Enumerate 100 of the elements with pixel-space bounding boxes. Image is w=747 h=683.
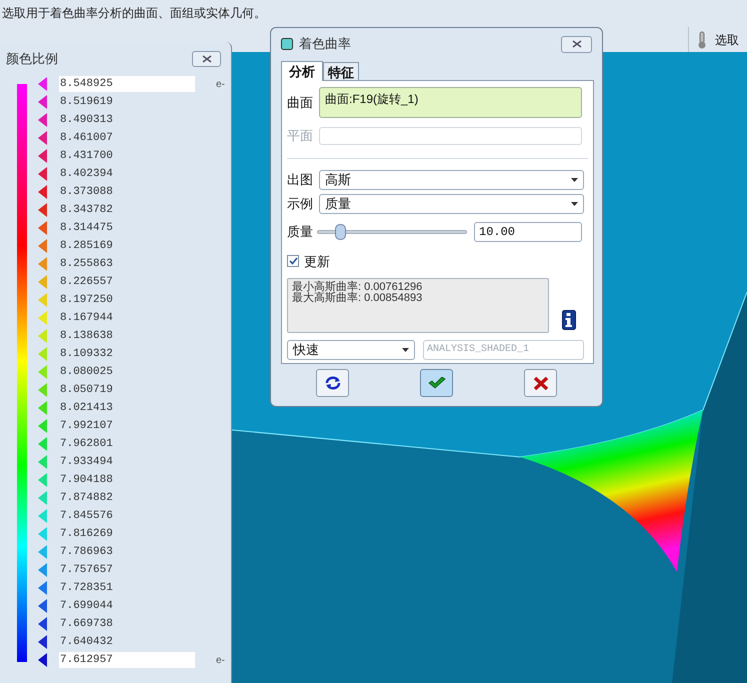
color-marker-icon[interactable] xyxy=(38,617,47,631)
color-marker-icon[interactable] xyxy=(38,527,47,541)
result-text-box: 最小高斯曲率: 0.00761296 最大高斯曲率: 0.00854893 xyxy=(287,278,549,333)
color-marker-icon[interactable] xyxy=(38,167,47,181)
scale-value: 7.640432 xyxy=(59,635,114,650)
exponent-label: e- xyxy=(216,78,225,92)
color-marker-icon[interactable] xyxy=(38,599,47,613)
close-button[interactable] xyxy=(561,36,592,52)
info-icon[interactable] xyxy=(562,310,576,330)
prompt-message: 选取用于着色曲率分析的曲面、面组或实体几何。 xyxy=(2,5,266,22)
scale-value: 8.314475 xyxy=(59,221,114,236)
cube-icon xyxy=(281,38,293,50)
field-label: 平面 xyxy=(287,127,313,145)
ok-button[interactable] xyxy=(420,369,453,397)
refresh-icon xyxy=(324,376,342,390)
select-label[interactable]: 选取 xyxy=(715,30,739,48)
color-marker-icon[interactable] xyxy=(38,257,47,271)
checkmark-icon xyxy=(428,376,446,390)
scale-value: 7.933494 xyxy=(59,455,114,470)
tab[interactable]: 分析 xyxy=(281,61,323,81)
cancel-button[interactable] xyxy=(524,369,557,397)
color-marker-icon[interactable] xyxy=(38,635,47,649)
field-label: 示例 xyxy=(287,194,314,213)
scale-value: 8.109332 xyxy=(59,347,114,362)
scale-value: 7.904188 xyxy=(59,473,114,488)
color-marker-icon[interactable] xyxy=(38,221,47,235)
checkbox-label: 更新 xyxy=(304,252,330,270)
value-field[interactable]: 8.548925 xyxy=(59,76,195,92)
scale-value: 8.431700 xyxy=(59,149,114,164)
color-marker-icon[interactable] xyxy=(38,95,47,109)
color-marker-icon[interactable] xyxy=(38,419,47,433)
dropdown-caret-icon xyxy=(402,348,409,352)
scale-value: 8.461007 xyxy=(59,131,114,146)
surface-collector-field[interactable]: 曲面:F19(旋转_1) xyxy=(319,87,582,118)
color-marker-icon[interactable] xyxy=(38,347,47,361)
dialog-title: 着色曲率 xyxy=(299,35,351,54)
color-marker-icon[interactable] xyxy=(38,563,47,577)
scale-value: 8.167944 xyxy=(59,311,114,326)
slider-thumb[interactable] xyxy=(334,224,346,240)
color-marker-icon[interactable] xyxy=(38,239,47,253)
scale-value: 7.845576 xyxy=(59,509,114,524)
color-marker-icon[interactable] xyxy=(38,365,47,379)
color-marker-icon[interactable] xyxy=(38,203,47,217)
color-marker-icon[interactable] xyxy=(38,275,47,289)
scale-value: 8.226557 xyxy=(59,275,114,290)
scale-value: 8.080025 xyxy=(59,365,114,380)
scale-value: 8.402394 xyxy=(59,167,114,182)
color-marker-icon[interactable] xyxy=(38,113,47,127)
mode-dropdown[interactable]: 快速 xyxy=(287,340,415,360)
color-marker-icon[interactable] xyxy=(38,581,47,595)
scale-value: 7.728351 xyxy=(59,581,114,596)
plane-collector-field[interactable] xyxy=(319,126,582,145)
scale-value: 8.343782 xyxy=(59,203,114,218)
scale-value: 8.255863 xyxy=(59,257,114,272)
repaint-button[interactable] xyxy=(316,369,349,397)
color-marker-icon[interactable] xyxy=(38,329,47,343)
color-marker-icon[interactable] xyxy=(38,401,47,415)
scale-value: 8.197250 xyxy=(59,293,114,308)
scale-value: 7.786963 xyxy=(59,545,114,560)
dropdown-caret-icon xyxy=(571,178,578,182)
color-marker-icon[interactable] xyxy=(38,545,47,559)
close-icon xyxy=(572,40,582,48)
color-marker-icon[interactable] xyxy=(38,311,47,325)
close-button[interactable] xyxy=(192,51,221,67)
scale-value: 7.699044 xyxy=(59,599,114,614)
color-marker-icon[interactable] xyxy=(38,653,47,667)
scale-value: 7.757657 xyxy=(59,563,114,578)
color-marker-icon[interactable] xyxy=(38,293,47,307)
color-marker-icon[interactable] xyxy=(38,455,47,469)
scale-value: 8.490313 xyxy=(59,113,114,128)
plot-dropdown[interactable]: 高斯 xyxy=(319,170,584,190)
tab[interactable]: 特征 xyxy=(323,62,359,80)
scale-value: 8.050719 xyxy=(59,383,114,398)
value-field[interactable]: 7.612957 xyxy=(59,652,195,668)
color-marker-icon[interactable] xyxy=(38,131,47,145)
panel-title: 颜色比例 xyxy=(6,50,58,68)
dropdown-caret-icon xyxy=(571,202,578,206)
example-dropdown[interactable]: 质量 xyxy=(319,194,584,214)
field-label: 质量 xyxy=(287,222,314,241)
color-marker-icon[interactable] xyxy=(38,185,47,199)
scale-value: 7.669738 xyxy=(59,617,114,632)
color-marker-icon[interactable] xyxy=(38,473,47,487)
color-marker-icon[interactable] xyxy=(38,77,47,91)
exponent-label: e- xyxy=(216,654,225,668)
quality-value-field[interactable]: 10.00 xyxy=(474,222,582,242)
color-marker-icon[interactable] xyxy=(38,509,47,523)
color-marker-icon[interactable] xyxy=(38,149,47,163)
scale-value: 8.285169 xyxy=(59,239,114,254)
scale-value: 8.519619 xyxy=(59,95,114,110)
color-marker-icon[interactable] xyxy=(38,383,47,397)
scale-value: 8.373088 xyxy=(59,185,114,200)
color-marker-icon[interactable] xyxy=(38,491,47,505)
update-checkbox[interactable] xyxy=(287,255,299,268)
scale-value: 7.992107 xyxy=(59,419,114,434)
field-label: 出图 xyxy=(287,170,314,189)
scale-value: 8.021413 xyxy=(59,401,114,416)
scale-value: 8.138638 xyxy=(59,329,114,344)
color-marker-icon[interactable] xyxy=(38,437,47,451)
thermometer-icon[interactable] xyxy=(697,30,707,48)
field-label: 曲面 xyxy=(287,94,313,112)
